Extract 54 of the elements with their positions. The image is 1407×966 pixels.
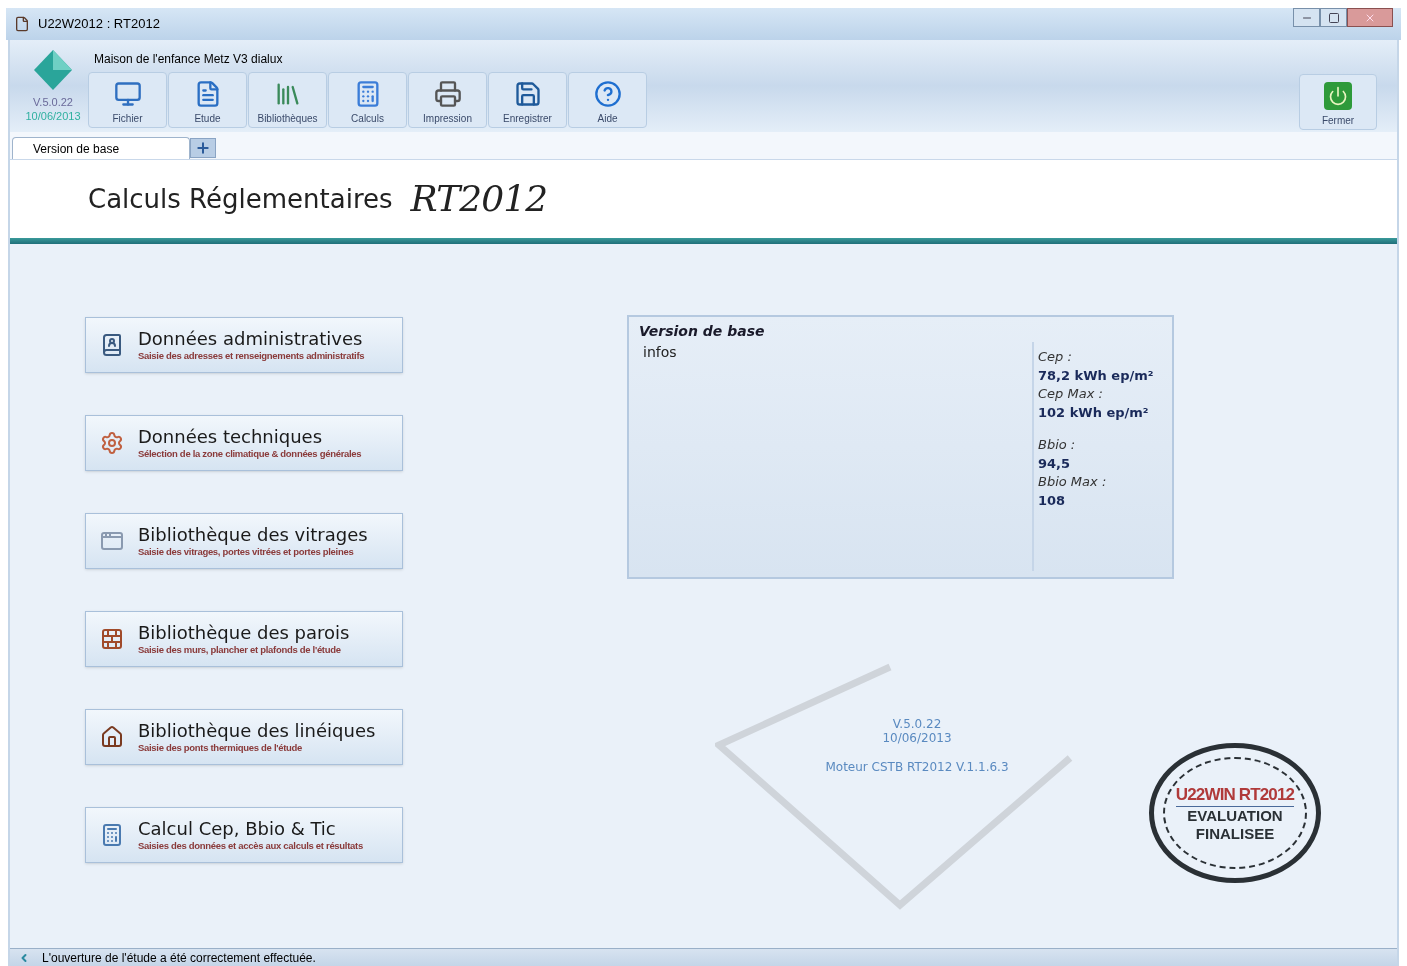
house-icon <box>100 725 124 749</box>
brick-wall-icon <box>100 627 124 651</box>
toolbar-button[interactable]: Aide <box>568 72 647 128</box>
stamp-text: FINALISEE <box>1195 824 1275 843</box>
window-title: U22W2012 : RT2012 <box>38 15 160 34</box>
address-book-icon <box>100 333 124 357</box>
help-icon <box>593 80 622 108</box>
module-button[interactable]: Bibliothèque des linéiques Saisie des ponts thermiques de l'étude <box>85 709 403 765</box>
window-icon <box>100 529 124 553</box>
metric-label: Cep : <box>1038 348 1073 366</box>
about-date: 10/06/2013 <box>882 731 952 745</box>
toolbar-button[interactable]: Calculs <box>328 72 407 128</box>
module-button[interactable]: Calcul Cep, Bbio & Tic Saisies des données et accès aux calculs et résultats <box>85 807 403 863</box>
maximize-button[interactable] <box>1320 8 1347 27</box>
toolbar-button[interactable]: Fichier <box>88 72 167 128</box>
metric-value: 102 kWh ep/m² <box>1038 404 1150 422</box>
module-button[interactable]: Données administratives Saisie des adresses et renseignements administratifs <box>85 317 403 373</box>
tab[interactable]: Version de base <box>12 137 190 159</box>
add-tab-button[interactable] <box>190 138 216 158</box>
page-title: Calculs Réglementaires <box>88 182 393 216</box>
status-message: L'ouverture de l'étude a été correctement effectuée. <box>42 949 316 966</box>
summary-title: Version de base <box>638 322 766 341</box>
app-icon <box>14 16 30 32</box>
gear-icon <box>100 431 124 455</box>
toolbar-button[interactable]: Impression <box>408 72 487 128</box>
power-icon <box>1324 82 1352 110</box>
project-name: Maison de l'enfance Metz V3 dialux <box>94 51 284 68</box>
diamond-logo-icon <box>34 50 72 90</box>
metric-value: 94,5 <box>1038 455 1072 473</box>
toolbar-button[interactable]: Enregistrer <box>488 72 567 128</box>
metric-value: 108 <box>1038 492 1067 510</box>
module-button[interactable]: Bibliothèque des parois Saisie des murs, plancher et plafonds de l'étude <box>85 611 403 667</box>
stamp-text: EVALUATION <box>1187 806 1283 825</box>
close-app-button[interactable]: Fermer <box>1299 74 1377 130</box>
summary-infos: infos <box>642 343 678 362</box>
metric-value: 78,2 kWh ep/m² <box>1038 367 1155 385</box>
monitor-icon <box>113 80 142 108</box>
maximize-icon <box>1327 11 1340 24</box>
printer-icon <box>433 80 462 108</box>
app-version: V.5.0.22 <box>33 96 73 110</box>
toolbar-button[interactable]: Etude <box>168 72 247 128</box>
metric-label: Cep Max : <box>1038 385 1104 403</box>
rt2012-logo: RT2012 <box>410 177 548 221</box>
metric-label: Bbio Max : <box>1038 473 1108 491</box>
module-button[interactable]: Données techniques Sélection de la zone climatique & données générales <box>85 415 403 471</box>
calculator-icon <box>100 823 124 847</box>
engine-version: Moteur CSTB RT2012 V.1.1.6.3 <box>825 760 1009 774</box>
stamp-brand: U22WIN RT2012 <box>1175 783 1295 807</box>
plus-icon <box>195 140 211 156</box>
about-version: V.5.0.22 <box>892 717 942 731</box>
toolbar-button[interactable]: Bibliothèques <box>248 72 327 128</box>
app-date: 10/06/2013 <box>25 109 81 124</box>
module-button[interactable]: Bibliothèque des vitrages Saisie des vitrages, portes vitrées et portes pleines <box>85 513 403 569</box>
metric-label: Bbio : <box>1038 436 1077 454</box>
